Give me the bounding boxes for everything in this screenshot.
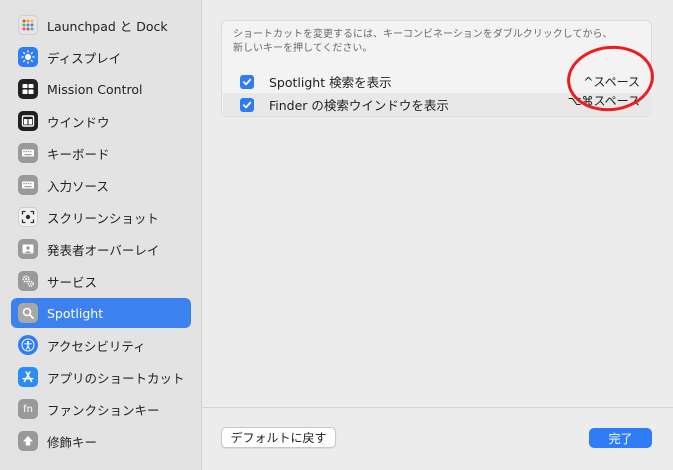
app-shortcuts-icon xyxy=(18,367,38,387)
sidebar-item-label: ディスプレイ xyxy=(47,50,122,66)
sidebar-item-input-sources[interactable]: 入力ソース xyxy=(11,170,191,200)
sidebar-item-screenshot[interactable]: スクリーンショット xyxy=(11,202,191,232)
screenshot-icon xyxy=(18,207,38,227)
sidebar-item-label: 入力ソース xyxy=(47,178,109,194)
sidebar-item-label: アプリのショートカット xyxy=(47,370,185,386)
instructions-line-1: ショートカットを変更するには、キーコンビネーションをダブルクリックしてから、 xyxy=(233,29,613,40)
sidebar-item-label: スクリーンショット xyxy=(47,210,159,226)
sidebar-item-label: 発表者オーバーレイ xyxy=(47,242,160,258)
sidebar-item-label: 修飾キー xyxy=(47,434,98,450)
shortcut-checkbox[interactable] xyxy=(240,74,254,89)
services-icon xyxy=(18,271,38,291)
sidebar-item-label: アクセシビリティ xyxy=(47,338,146,354)
sidebar-item-label: Launchpad と Dock xyxy=(47,18,168,34)
shortcut-checkbox[interactable] xyxy=(240,97,254,112)
sidebar-item-label: キーボード xyxy=(47,146,110,162)
keyboard-icon xyxy=(18,143,38,163)
mission-control-icon xyxy=(18,79,38,99)
footer-divider xyxy=(203,407,673,408)
sidebar-item-label: ファンクションキー xyxy=(47,402,160,418)
sidebar-item-display[interactable]: ディスプレイ xyxy=(11,42,191,72)
window-icon xyxy=(18,111,38,131)
sidebar-item-label: Mission Control xyxy=(47,81,143,97)
checkmark-icon xyxy=(242,101,252,108)
sidebar-item-presenter-overlay[interactable]: 発表者オーバーレイ xyxy=(11,234,191,264)
sidebar-item-spotlight[interactable]: Spotlight xyxy=(11,298,191,328)
modifier-keys-icon xyxy=(18,431,38,451)
shortcut-label: Finder の検索ウインドウを表示 xyxy=(269,98,449,113)
sidebar-item-label: サービス xyxy=(47,274,98,290)
sidebar-item-modifier-keys[interactable]: 修飾キー xyxy=(11,426,191,456)
sidebar-item-window[interactable]: ウインドウ xyxy=(11,106,191,136)
display-icon xyxy=(18,47,38,67)
instructions-text: ショートカットを変更するには、キーコンビネーションをダブルクリックしてから、 新… xyxy=(233,28,643,56)
sidebar-item-function-keys[interactable]: fn ファンクションキー xyxy=(11,394,191,424)
spotlight-icon xyxy=(18,303,38,323)
launchpad-icon xyxy=(18,15,38,35)
sidebar-item-keyboard[interactable]: キーボード xyxy=(11,138,191,168)
shortcut-label: Spotlight 検索を表示 xyxy=(269,75,392,90)
sidebar-item-label: ウインドウ xyxy=(47,114,110,130)
sidebar-item-mission-control[interactable]: Mission Control xyxy=(11,74,191,104)
sidebar-item-services[interactable]: サービス xyxy=(11,266,191,296)
main-content: ショートカットを変更するには、キーコンビネーションをダブルクリックしてから、 新… xyxy=(203,0,673,470)
sidebar-item-launchpad-dock[interactable]: Launchpad と Dock xyxy=(11,10,191,40)
sidebar-item-accessibility[interactable]: アクセシビリティ xyxy=(11,330,191,360)
function-keys-icon: fn xyxy=(18,399,38,419)
checkmark-icon xyxy=(242,78,252,85)
sidebar: Launchpad と Dock ディスプレイ Mission Control … xyxy=(0,0,202,470)
sidebar-item-app-shortcuts[interactable]: アプリのショートカット xyxy=(11,362,191,392)
accessibility-icon xyxy=(18,335,38,355)
restore-defaults-button[interactable]: デフォルトに戻す xyxy=(221,427,336,448)
presenter-overlay-icon xyxy=(18,239,38,259)
sidebar-item-label: Spotlight xyxy=(47,305,104,321)
done-button[interactable]: 完了 xyxy=(589,428,652,448)
input-sources-icon xyxy=(18,175,38,195)
